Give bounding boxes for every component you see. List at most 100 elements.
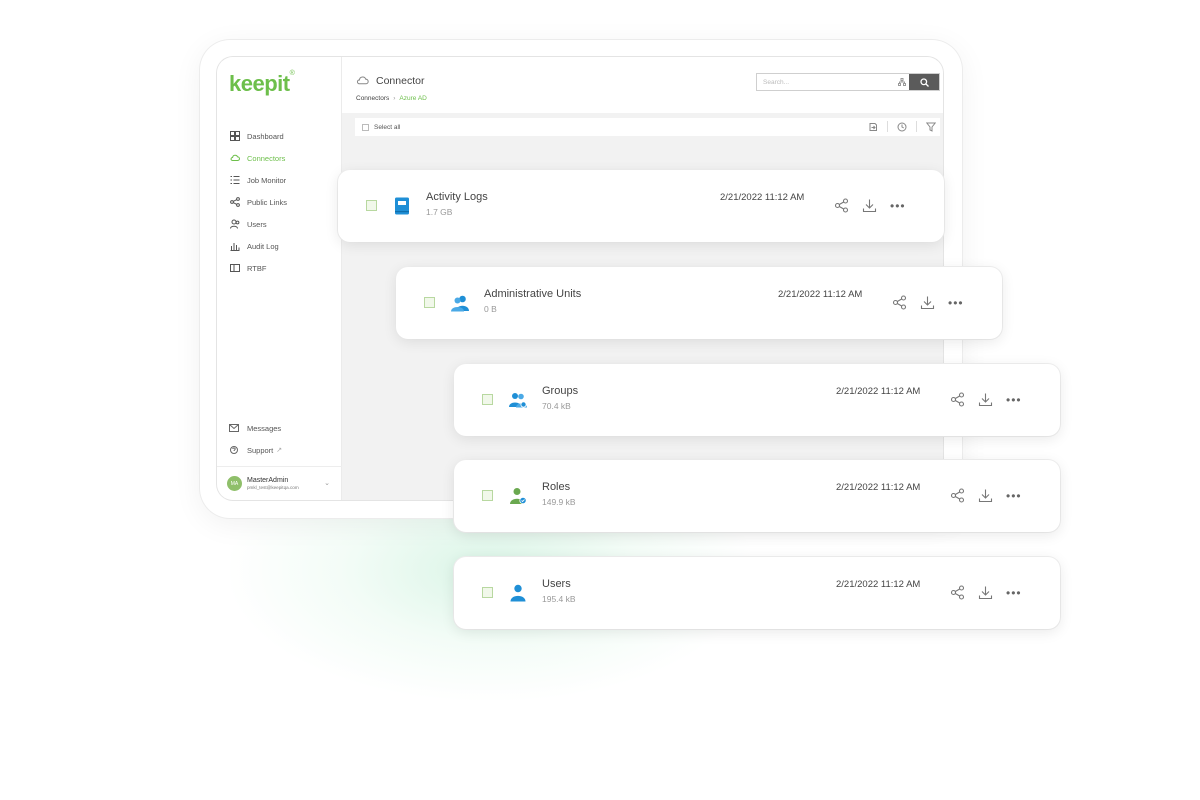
id-card-icon <box>229 263 240 274</box>
breadcrumb-item[interactable]: Azure AD <box>399 95 426 102</box>
sidebar-item-dashboard[interactable]: Dashboard <box>229 125 287 147</box>
support-icon <box>229 445 240 456</box>
page-header: Connector Connectors › Azure AD <box>342 57 943 113</box>
list-item[interactable]: Users 195.4 kB 2/21/2022 11:12 AM ••• <box>454 557 1060 629</box>
download-icon[interactable] <box>978 585 993 600</box>
cloud-icon <box>356 76 369 85</box>
chevron-down-icon[interactable]: ⌄ <box>324 479 330 487</box>
more-options-icon[interactable]: ••• <box>1006 394 1022 406</box>
org-chart-icon[interactable] <box>895 74 909 90</box>
item-date: 2/21/2022 11:12 AM <box>836 579 921 590</box>
user-name: MasterAdmin <box>247 476 289 484</box>
share-icon[interactable] <box>834 198 849 213</box>
download-icon[interactable] <box>920 295 935 310</box>
dashboard-icon <box>229 131 240 142</box>
sidebar-item-support[interactable]: Support ↗ <box>229 439 282 461</box>
list-toolbar: Select all <box>355 118 940 136</box>
keepit-logo[interactable]: keepit® <box>229 70 295 97</box>
download-icon[interactable] <box>862 198 877 213</box>
share-icon[interactable] <box>950 488 965 503</box>
list-item[interactable]: Administrative Units 0 B 2/21/2022 11:12… <box>396 267 1002 339</box>
user-icon <box>510 584 526 602</box>
item-checkbox[interactable] <box>482 587 493 598</box>
item-name: Groups <box>542 385 579 397</box>
item-size: 0 B <box>484 304 497 314</box>
external-link-icon: ↗ <box>276 447 283 454</box>
item-size: 1.7 GB <box>426 207 453 217</box>
breadcrumb: Connectors › Azure AD <box>356 95 427 102</box>
page-title: Connector <box>356 74 424 87</box>
item-name: Users <box>542 578 571 590</box>
list-item[interactable]: Groups 70.4 kB 2/21/2022 11:12 AM ••• <box>454 364 1060 436</box>
share-icon[interactable] <box>950 392 965 407</box>
role-icon <box>510 488 527 505</box>
divider <box>916 121 917 132</box>
sidebar-bottom-nav: Messages Support ↗ <box>229 417 282 461</box>
search-box <box>756 73 940 91</box>
sidebar-item-label: Messages <box>247 423 282 433</box>
sidebar-nav: Dashboard Connectors Job Monitor Public … <box>229 125 287 279</box>
sidebar-item-job-monitor[interactable]: Job Monitor <box>229 169 287 191</box>
share-icon[interactable] <box>950 585 965 600</box>
search-button[interactable] <box>909 74 939 90</box>
user-menu[interactable]: MA MasterAdmin pmkl_test@keepitqa.com ⌄ <box>217 466 342 500</box>
item-checkbox[interactable] <box>482 490 493 501</box>
sidebar-item-label: Audit Log <box>247 241 279 251</box>
list-icon <box>229 175 240 186</box>
item-date: 2/21/2022 11:12 AM <box>836 482 921 493</box>
restore-icon[interactable] <box>868 122 878 132</box>
sidebar-item-label: Connectors <box>247 153 286 163</box>
item-name: Administrative Units <box>484 288 582 300</box>
download-icon[interactable] <box>978 392 993 407</box>
select-all-checkbox[interactable] <box>362 123 369 131</box>
share-icon[interactable] <box>892 295 907 310</box>
more-options-icon[interactable]: ••• <box>890 200 906 212</box>
chevron-right-icon: › <box>393 95 396 102</box>
groups-icon <box>509 393 527 408</box>
audit-icon <box>229 241 240 252</box>
item-size: 195.4 kB <box>542 594 576 604</box>
item-size: 149.9 kB <box>542 497 576 507</box>
list-item[interactable]: Activity Logs 1.7 GB 2/21/2022 11:12 AM … <box>338 170 944 242</box>
avatar: MA <box>227 476 242 491</box>
sidebar-item-users[interactable]: Users <box>229 213 287 235</box>
share-icon <box>229 197 240 208</box>
item-name: Roles <box>542 481 571 493</box>
item-checkbox[interactable] <box>366 200 377 211</box>
sidebar-item-label: Dashboard <box>247 131 284 141</box>
sidebar: keepit® Dashboard Connectors Job Monitor… <box>217 57 342 500</box>
group-icon <box>451 295 469 312</box>
list-item[interactable]: Roles 149.9 kB 2/21/2022 11:12 AM ••• <box>454 460 1060 532</box>
select-all-label: Select all <box>374 123 401 131</box>
history-icon[interactable] <box>897 122 907 132</box>
sidebar-item-public-links[interactable]: Public Links <box>229 191 287 213</box>
filter-icon[interactable] <box>926 122 936 132</box>
item-date: 2/21/2022 11:12 AM <box>836 386 921 397</box>
download-icon[interactable] <box>978 488 993 503</box>
user-email: pmkl_test@keepitqa.com <box>247 484 299 490</box>
users-icon <box>229 219 240 230</box>
sidebar-item-label: Support <box>247 445 274 455</box>
book-icon <box>395 197 409 215</box>
more-options-icon[interactable]: ••• <box>948 297 964 309</box>
item-date: 2/21/2022 11:12 AM <box>778 289 863 300</box>
item-date: 2/21/2022 11:12 AM <box>720 192 805 203</box>
sidebar-item-label: RTBF <box>247 263 267 273</box>
item-checkbox[interactable] <box>424 297 435 308</box>
sidebar-item-messages[interactable]: Messages <box>229 417 282 439</box>
sidebar-item-rtbf[interactable]: RTBF <box>229 257 287 279</box>
sidebar-item-audit-log[interactable]: Audit Log <box>229 235 287 257</box>
more-options-icon[interactable]: ••• <box>1006 587 1022 599</box>
sidebar-item-connectors[interactable]: Connectors <box>229 147 287 169</box>
mail-icon <box>229 423 240 434</box>
item-size: 70.4 kB <box>542 401 571 411</box>
sidebar-item-label: Job Monitor <box>247 175 287 185</box>
search-icon <box>919 77 929 87</box>
sidebar-item-label: Public Links <box>247 197 288 207</box>
sidebar-item-label: Users <box>247 219 267 229</box>
search-input[interactable] <box>757 74 895 90</box>
item-checkbox[interactable] <box>482 394 493 405</box>
divider <box>887 121 888 132</box>
more-options-icon[interactable]: ••• <box>1006 490 1022 502</box>
breadcrumb-item[interactable]: Connectors <box>356 95 389 102</box>
